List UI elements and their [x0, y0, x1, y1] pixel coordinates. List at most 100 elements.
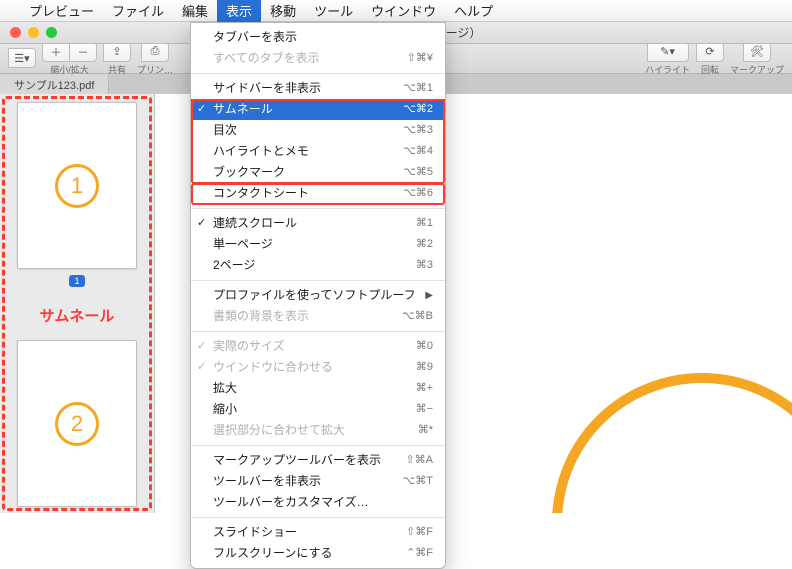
menu-shortcut: ⇧⌘A	[405, 452, 433, 469]
checkmark-icon: ✓	[197, 101, 206, 118]
menu-item-label: 書類の背景を表示	[213, 308, 309, 325]
menu-shortcut: ⌃⌘F	[406, 545, 433, 562]
menu-shortcut: ⇧⌘F	[406, 524, 433, 541]
menu-item-label: ブックマーク	[213, 164, 285, 181]
view-menu-dropdown: タブバーを表示すべてのタブを表示 ⇧⌘¥ サイドバーを非表示 ⌥⌘1 ✓ サムネール ⌥⌘2…	[190, 22, 446, 569]
sidebar-icon: ☰▾	[14, 52, 29, 65]
menu-item[interactable]: サイドバーを非表示 ⌥⌘1	[191, 78, 445, 99]
circled-number-icon: 2	[55, 402, 99, 446]
minus-icon: －	[78, 44, 89, 60]
menu-item[interactable]: 拡大 ⌘+	[191, 378, 445, 399]
menu-item[interactable]: ✓連続スクロール⌘1	[191, 213, 445, 234]
menu-shortcut: ⇧⌘¥	[407, 50, 433, 67]
menu-window[interactable]: ウインドウ	[362, 0, 445, 23]
sidebar-view-button[interactable]: ☰▾	[8, 48, 36, 68]
menu-item-label: プロファイルを使ってソフトプルーフ	[213, 287, 416, 304]
menu-file[interactable]: ファイル	[103, 0, 173, 23]
menu-shortcut: ⌘3	[416, 257, 433, 274]
markup-button[interactable]: 🛠	[743, 42, 771, 62]
menu-item-label: 実際のサイズ	[213, 338, 285, 355]
print-button[interactable]: ⎙	[141, 42, 169, 62]
menu-item[interactable]: 縮小 ⌘−	[191, 399, 445, 420]
menu-shortcut: ⌥⌘2	[403, 101, 433, 118]
menu-item-label: サムネール	[213, 101, 273, 118]
menu-separator	[191, 280, 445, 281]
menu-item[interactable]: 単一ページ⌘2	[191, 234, 445, 255]
page-thumbnail-2[interactable]: 2	[17, 340, 137, 507]
thumbnail-sidebar: 1 1 サムネール 2	[0, 94, 155, 513]
share-icon: ⇪	[112, 45, 121, 58]
menu-separator	[191, 208, 445, 209]
highlight-icon: ✎▾	[660, 45, 675, 58]
document-tab[interactable]: サンプル123.pdf	[0, 74, 109, 94]
menu-item-label: 連続スクロール	[213, 215, 297, 232]
menu-item[interactable]: ハイライトとメモ ⌥⌘4	[191, 141, 445, 162]
circled-number-icon: 1	[55, 164, 99, 208]
toolbar-label-markup: マークアップ	[730, 63, 784, 76]
menu-go[interactable]: 移動	[261, 0, 305, 23]
menu-bar: プレビュー ファイル 編集 表示 移動 ツール ウインドウ ヘルプ	[0, 0, 792, 22]
menu-item-label: ハイライトとメモ	[213, 143, 309, 160]
menu-item[interactable]: 目次⌥⌘3	[191, 120, 445, 141]
menu-shortcut: ⌘+	[416, 380, 433, 397]
menu-item[interactable]: コンタクトシート⌥⌘6	[191, 183, 445, 204]
menu-item-label: スライドショー	[213, 524, 297, 541]
rotate-button[interactable]: ⟳	[696, 42, 724, 62]
menu-item[interactable]: タブバーを表示	[191, 27, 445, 48]
checkmark-icon: ✓	[197, 338, 206, 355]
menu-item[interactable]: ツールバーをカスタマイズ…	[191, 492, 445, 513]
menu-shortcut: ⌘−	[416, 401, 433, 418]
menu-item-label: 拡大	[213, 380, 237, 397]
menu-separator	[191, 517, 445, 518]
page-thumbnail-1[interactable]: 1	[17, 102, 137, 269]
zoom-in-button[interactable]: ＋	[42, 42, 70, 62]
menu-item-label: 縮小	[213, 401, 237, 418]
toolbar-label-print: プリン…	[137, 63, 173, 76]
menu-item[interactable]: ブックマーク ⌥⌘5	[191, 162, 445, 183]
menu-item[interactable]: プロファイルを使ってソフトプルーフ▶	[191, 285, 445, 306]
menu-item-label: すべてのタブを表示	[213, 50, 320, 67]
menu-edit[interactable]: 編集	[173, 0, 217, 23]
menu-shortcut: ⌘*	[418, 422, 433, 439]
menu-shortcut: ⌘9	[416, 359, 433, 376]
menu-shortcut: ⌘0	[416, 338, 433, 355]
checkmark-icon: ✓	[197, 215, 206, 232]
menu-item-label: サイドバーを非表示	[213, 80, 321, 97]
menu-item[interactable]: ツールバーを非表示 ⌥⌘T	[191, 471, 445, 492]
menu-tools[interactable]: ツール	[305, 0, 362, 23]
menu-item: すべてのタブを表示 ⇧⌘¥	[191, 48, 445, 69]
menu-item-label: フルスクリーンにする	[213, 545, 333, 562]
minimize-window-icon[interactable]	[28, 27, 39, 38]
menu-item-label: コンタクトシート	[213, 185, 309, 202]
menu-shortcut: ⌥⌘B	[402, 308, 433, 325]
highlight-button[interactable]: ✎▾	[647, 42, 689, 62]
toolbar-label-highlight: ハイライト	[645, 63, 690, 76]
menu-view[interactable]: 表示	[217, 0, 261, 23]
sidebar-annotation-label: サムネール	[40, 305, 115, 326]
menu-separator	[191, 445, 445, 446]
menu-item[interactable]: スライドショー ⇧⌘F	[191, 522, 445, 543]
menu-shortcut: ⌥⌘4	[403, 143, 433, 160]
traffic-lights	[10, 27, 57, 38]
menu-app[interactable]: プレビュー	[20, 0, 103, 23]
maximize-window-icon[interactable]	[46, 27, 57, 38]
menu-item-label: ツールバーを非表示	[213, 473, 321, 490]
menu-item-label: 単一ページ	[213, 236, 273, 253]
menu-shortcut: ⌥⌘5	[403, 164, 433, 181]
print-icon: ⎙	[151, 45, 160, 58]
markup-icon: 🛠	[750, 45, 764, 58]
checkmark-icon: ✓	[197, 359, 206, 376]
share-button[interactable]: ⇪	[103, 42, 131, 62]
menu-help[interactable]: ヘルプ	[445, 0, 502, 23]
menu-item: ✓ 実際のサイズ ⌘0	[191, 336, 445, 357]
menu-shortcut: ⌥⌘T	[403, 473, 433, 490]
menu-item[interactable]: フルスクリーンにする ⌃⌘F	[191, 543, 445, 564]
menu-shortcut: ⌥⌘1	[403, 80, 433, 97]
close-window-icon[interactable]	[10, 27, 21, 38]
menu-item-label: タブバーを表示	[213, 29, 297, 46]
zoom-out-button[interactable]: －	[69, 42, 97, 62]
menu-item[interactable]: 2ページ⌘3	[191, 255, 445, 276]
menu-item[interactable]: マークアップツールバーを表示⇧⌘A	[191, 450, 445, 471]
plus-icon: ＋	[51, 44, 62, 60]
menu-item[interactable]: ✓ サムネール ⌥⌘2	[191, 99, 445, 120]
